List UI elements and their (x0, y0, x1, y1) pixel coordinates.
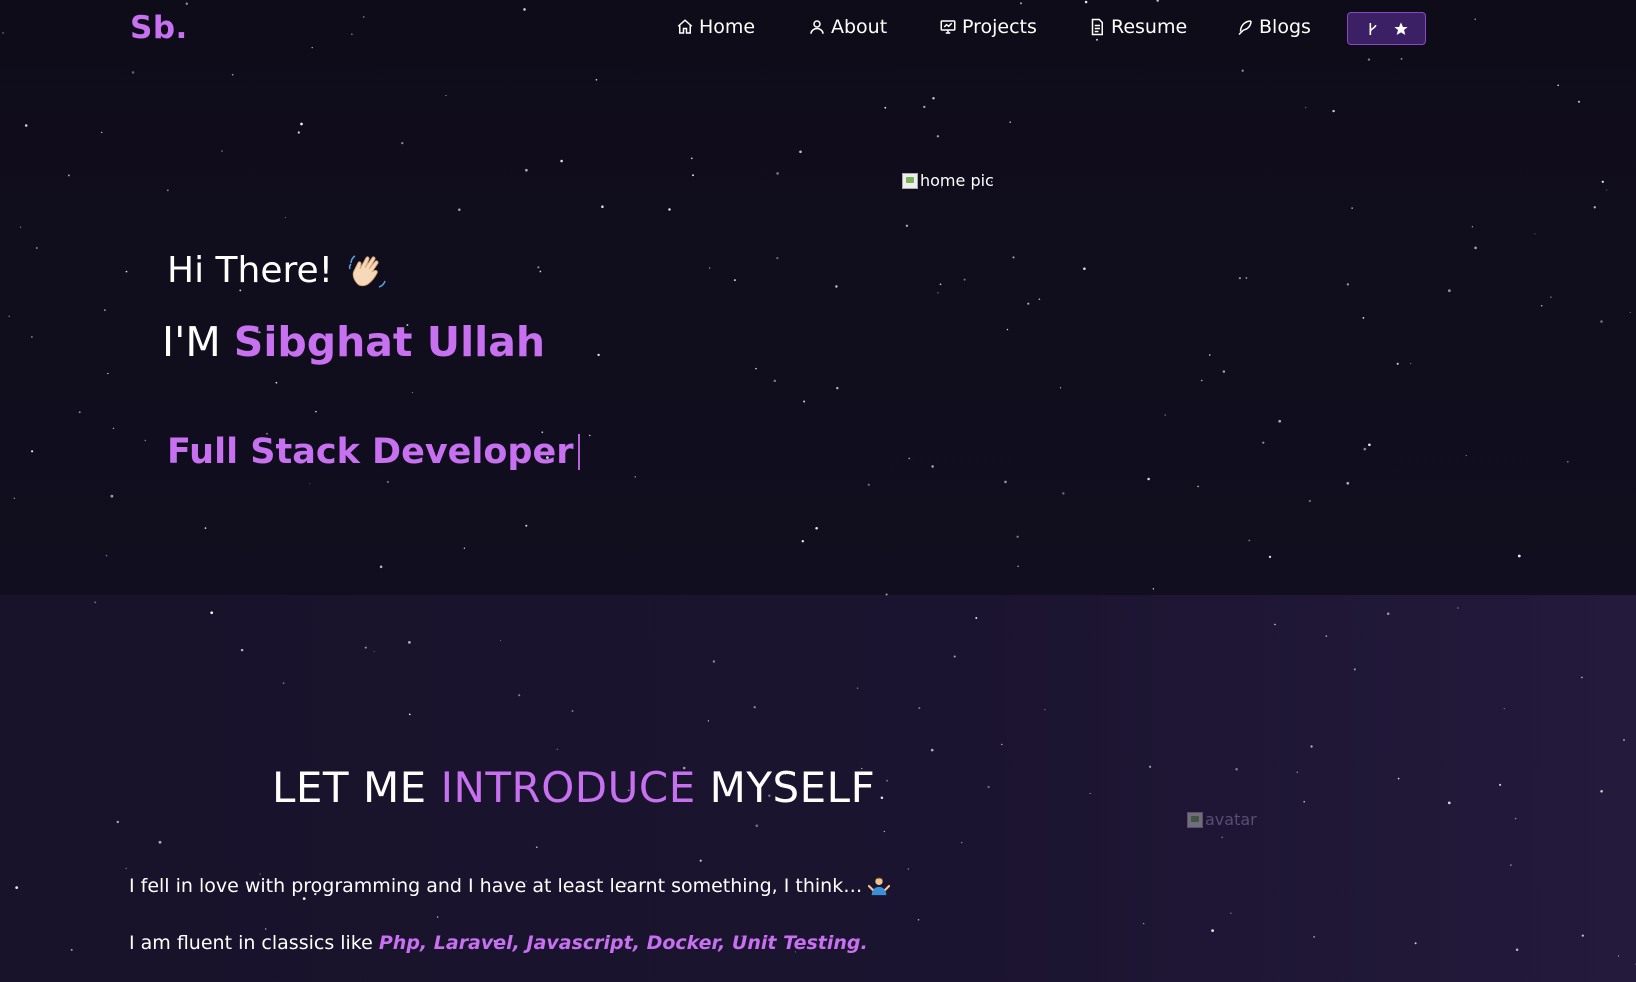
presentation-icon (940, 20, 956, 34)
nav-item-label: Projects (962, 16, 1037, 38)
star-icon (1393, 21, 1408, 35)
waving-hand-icon (348, 254, 386, 288)
intro-paragraph-1: I fell in love with programming and I ha… (129, 875, 891, 897)
intro-title-accent: INTRODUCE (440, 763, 696, 812)
nav-item-label: About (831, 16, 888, 38)
document-icon (1091, 18, 1103, 36)
intro-title-part2: MYSELF (709, 763, 876, 812)
nav-item-resume[interactable]: Resume (1088, 16, 1187, 38)
avatar-image: avatar (1187, 810, 1257, 829)
hero-greeting: Hi There! (167, 250, 387, 291)
broken-image-icon (902, 172, 918, 189)
intro-tech-list: Php, Laravel, Javascript, Docker, Unit T… (378, 932, 868, 954)
nav-item-label: Resume (1111, 16, 1188, 38)
nav-item-about[interactable]: About (808, 16, 887, 38)
typewriter-role: Full Stack Developer (167, 432, 581, 472)
broken-image-icon (1187, 811, 1203, 828)
intro-paragraph-2-prefix: I am fluent in classics like (129, 932, 373, 954)
home-pic-alt-text: home pic (920, 171, 994, 190)
hero-name-line: I'M Sibghat Ullah (162, 318, 545, 366)
greeting-text: Hi There! (167, 250, 334, 291)
home-pic-image: home pic (902, 171, 994, 190)
nav-item-label: Blogs (1259, 16, 1311, 38)
hero-name: Sibghat Ullah (233, 318, 546, 366)
shrugging-person-icon (868, 877, 891, 896)
avatar-alt-text: avatar (1205, 810, 1257, 829)
github-fork-star-button[interactable] (1347, 12, 1426, 45)
home-icon (677, 19, 693, 34)
nav-item-home[interactable]: Home (676, 16, 755, 38)
feather-icon (1238, 20, 1252, 36)
nav-item-blogs[interactable]: Blogs (1236, 16, 1311, 38)
nav-item-projects[interactable]: Projects (939, 16, 1037, 38)
brand-logo[interactable]: Sb. (130, 10, 188, 46)
typed-role-text: Full Stack Developer (167, 432, 574, 472)
intro-paragraph-2: I am fluent in classics like Php, Larave… (129, 932, 868, 954)
intro-title: LET ME INTRODUCE MYSELF (272, 763, 875, 812)
user-icon (810, 20, 824, 34)
im-prefix: I'M (162, 318, 221, 366)
intro-title-part1: LET ME (272, 763, 427, 812)
git-fork-icon (1369, 22, 1376, 35)
typing-cursor (578, 434, 581, 470)
nav-item-label: Home (699, 16, 756, 38)
intro-paragraph-1-text: I fell in love with programming and I ha… (129, 875, 863, 897)
